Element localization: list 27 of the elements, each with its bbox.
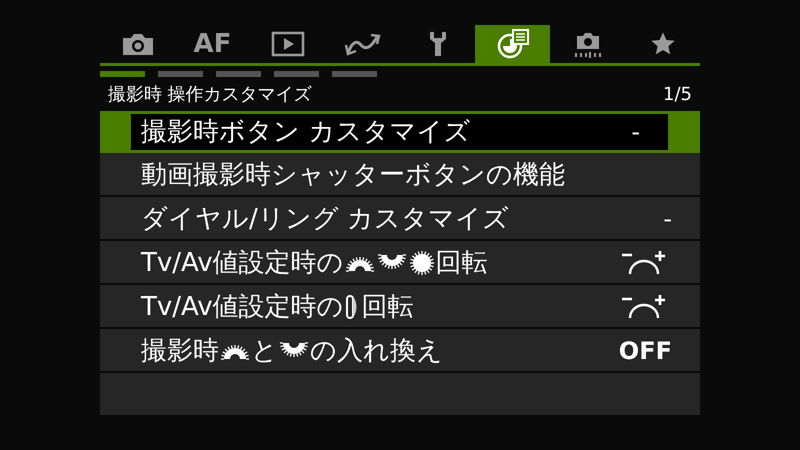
menu-item[interactable]: 撮影時ボタン カスタマイズ - xyxy=(100,111,700,153)
menu-tab[interactable] xyxy=(475,25,550,63)
item-label: と xyxy=(251,338,278,364)
item-value: - xyxy=(631,117,640,148)
item-value: - xyxy=(663,204,672,235)
dial-icon xyxy=(220,342,250,360)
item-label: Tv/Av値設定時の xyxy=(141,250,344,276)
page-number: 1/5 xyxy=(663,82,692,106)
item-label: ダイヤル/リング カスタマイズ xyxy=(141,206,510,232)
item-label: 回転 xyxy=(436,250,488,276)
item-value: OFF xyxy=(618,336,672,367)
wave-arrow-icon xyxy=(342,31,382,57)
dial-icon xyxy=(344,254,375,272)
item-label: 回転 xyxy=(362,294,414,320)
menu-tab[interactable]: AF xyxy=(175,25,250,63)
item-label: Tv/Av値設定時の xyxy=(141,294,344,320)
camera-icon xyxy=(120,31,154,57)
item-label: 撮影時 xyxy=(141,338,219,364)
item-label: 動画撮影時シャッターボタンの機能 xyxy=(141,162,565,188)
custom-menu-icon xyxy=(496,29,530,59)
dial-icon xyxy=(376,254,407,272)
item-label: 撮影時ボタン カスタマイズ xyxy=(141,119,470,145)
play-icon xyxy=(270,31,304,57)
dial-icon xyxy=(408,250,435,276)
dial-icon xyxy=(279,342,309,360)
menu-title: 撮影時 操作カスタマイズ xyxy=(108,82,312,106)
item-label: の入れ換え xyxy=(310,338,443,364)
